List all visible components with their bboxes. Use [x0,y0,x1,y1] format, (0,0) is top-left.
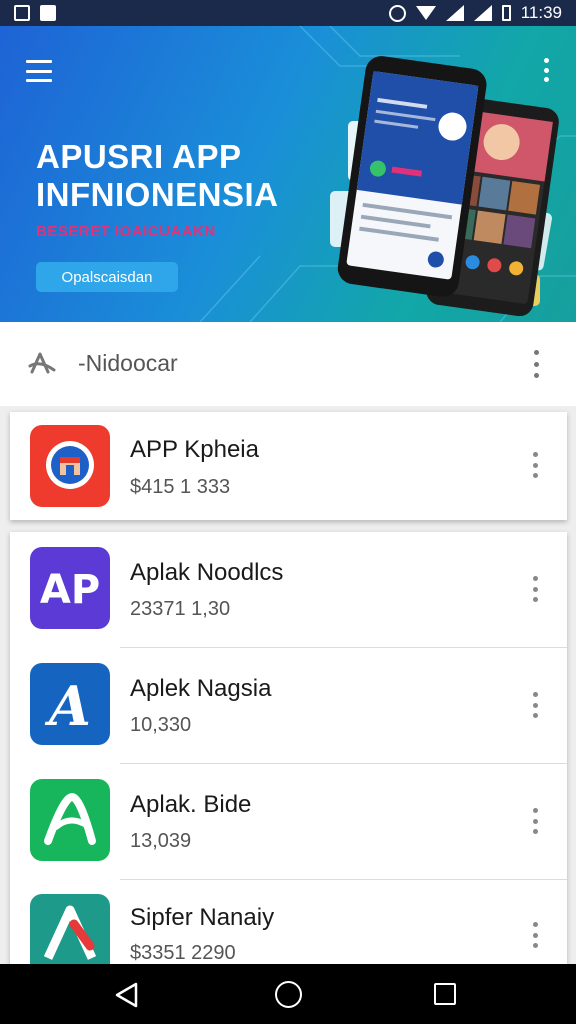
app-name: Aplak Noodlcs [130,559,284,586]
search-icon [28,352,56,374]
item-more-button[interactable] [531,922,539,948]
svg-text:A: A [44,674,91,738]
ap-logo-icon: AP [30,547,110,629]
battery-icon [501,5,511,21]
search-input[interactable]: -Nidoocar [78,350,178,377]
signal-icon [445,5,464,21]
hero-title-line2: INFNIONENSIA [36,176,279,213]
list-item[interactable]: APP Kpheia $415 1 333 [10,412,567,528]
app-price: $3351 2290 [130,942,236,964]
status-bar: 11:39 [0,0,576,26]
list-item[interactable]: A Aplek Nagsia 10,330 [10,648,567,764]
wifi-icon [415,6,436,20]
status-left [14,5,56,21]
item-more-button[interactable] [531,808,539,834]
app-price: 10,330 [130,714,192,736]
app-name: Sipfer Nanaiy [130,904,275,931]
item-more-button[interactable] [531,576,539,602]
app-list-card: AP Aplak Noodlcs 23371 1,30 A Aplek Nags… [10,532,567,976]
phones-illustration [330,56,559,316]
app-name: Aplek Nagsia [130,675,272,702]
back-icon[interactable] [114,982,140,1008]
item-more-button[interactable] [531,452,539,478]
featured-app-card[interactable]: APP Kpheia $415 1 333 [10,412,567,520]
hero-button[interactable]: Opalscaisdan [36,262,178,292]
app-name: APP Kpheia [130,436,259,463]
hero-title-line1: APUSRI APP [36,138,242,175]
list-item[interactable]: Aplak. Bide 13,039 [10,764,567,880]
hero-title: APUSRI APP INFNIONENSIA [36,138,279,214]
app-price: 23371 1,30 [130,598,231,620]
recent-apps-icon[interactable] [434,983,456,1005]
list-item[interactable]: AP Aplak Noodlcs 23371 1,30 [10,532,567,648]
hero-subtitle: BESERET IOAICUAAKN [36,223,216,240]
svg-text:AP: AP [40,567,100,613]
item-more-button[interactable] [531,692,539,718]
notification-icon [14,5,30,21]
search-more-button[interactable] [532,350,540,378]
status-time: 11:39 [520,3,562,22]
menu-button[interactable] [26,60,52,82]
home-icon[interactable] [275,981,302,1008]
status-right: 11:39 [388,3,562,23]
search-bar[interactable]: -Nidoocar [0,322,576,406]
app-price: 13,039 [130,830,192,852]
hero-banner: APUSRI APP INFNIONENSIA BESERET IOAICUAA… [0,26,576,322]
a-letter-icon: A [30,663,110,745]
app-name: Aplak. Bide [130,791,252,818]
navigation-bar [0,964,576,1024]
alarm-icon [388,4,406,22]
leaf-a-icon [30,779,110,861]
signal-icon [473,5,492,21]
app-price: $415 1 333 [130,476,231,498]
mail-icon [40,5,56,21]
shop-bag-icon [30,425,110,507]
